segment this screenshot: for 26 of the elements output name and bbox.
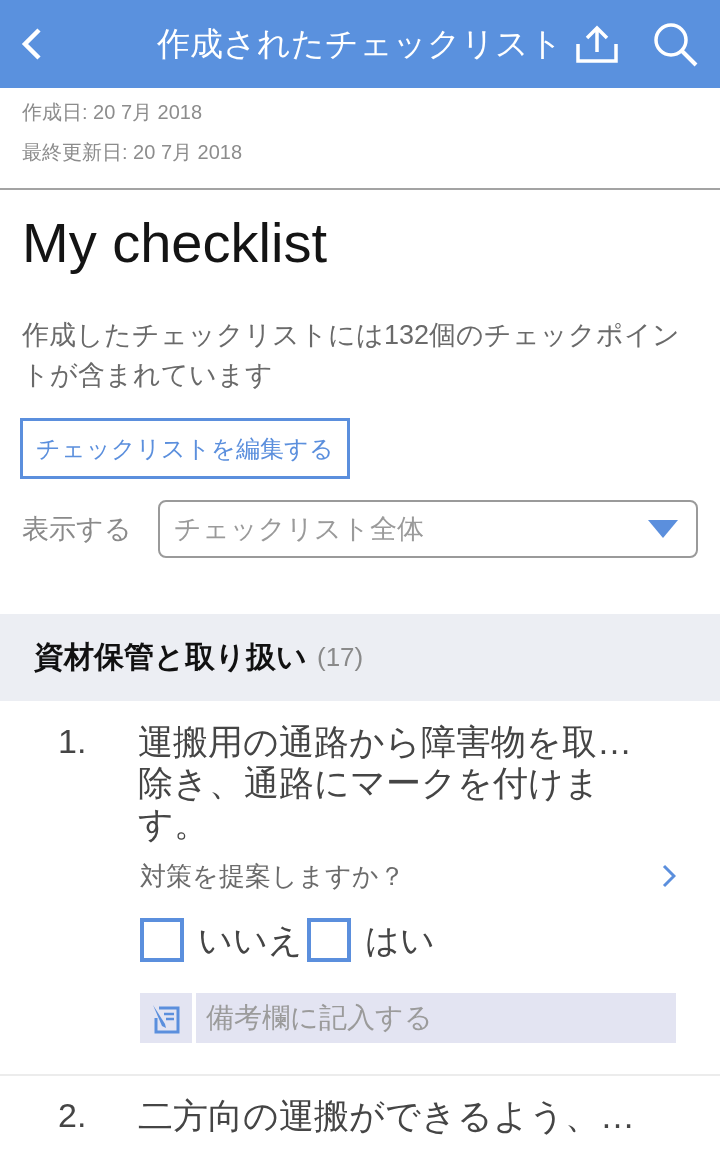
item-text: 二方向の運搬ができるよう、… [138, 1095, 636, 1136]
notes-field[interactable]: 備考欄に記入する [196, 993, 676, 1043]
option-label: はい [365, 920, 435, 961]
note-icon[interactable] [140, 993, 192, 1043]
checkbox[interactable] [140, 918, 184, 962]
section-title: 資材保管と取り扱い [34, 639, 307, 675]
question-text: 対策を提案しますか？ [140, 860, 405, 893]
date-text: 最終更新日: 20 7月 2018 [22, 140, 244, 165]
date-text: 作成日: 20 7月 2018 [22, 100, 204, 125]
checkbox[interactable] [307, 918, 351, 962]
chevron-right-icon[interactable] [662, 864, 676, 888]
item-number: 1. [58, 721, 88, 762]
screen-title: 作成されたチェックリスト [157, 24, 563, 64]
view-select[interactable]: チェックリスト全体 [158, 500, 698, 558]
caret-icon [648, 520, 678, 538]
item-number: 2. [58, 1095, 88, 1136]
checklist-description: 作成したチェックリストには132個のチェックポイントが含まれています [22, 319, 682, 392]
option-label: いいえ [198, 920, 303, 961]
back-icon[interactable] [20, 27, 42, 61]
checklist-title: My checklist [22, 211, 327, 275]
item-text: 運搬用の通路から障害物を取… 除き、通路にマークを付けます。 [138, 721, 633, 844]
section-count: (17) [317, 642, 364, 673]
view-label: 表示する [22, 513, 132, 546]
edit-checklist-button[interactable]: チェックリストを編集する [20, 418, 350, 479]
share-icon[interactable] [575, 24, 619, 64]
search-icon[interactable] [652, 21, 698, 67]
